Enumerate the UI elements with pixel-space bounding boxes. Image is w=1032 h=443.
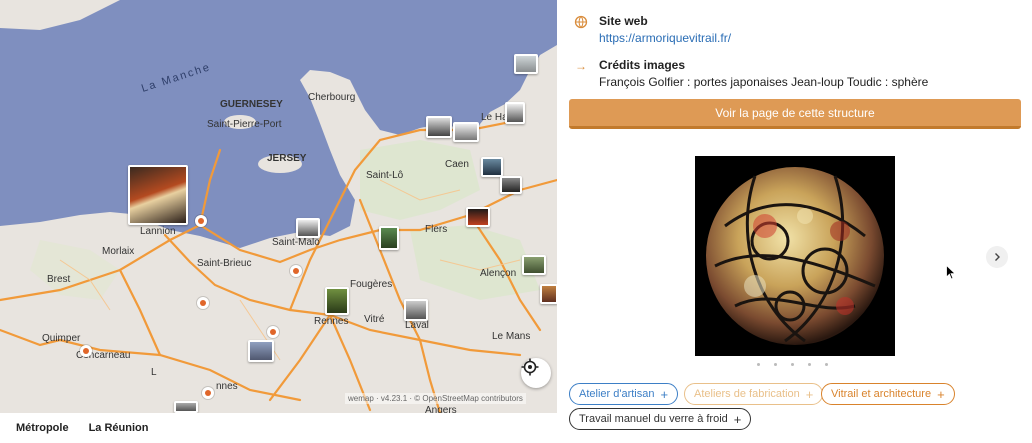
plus-icon: + bbox=[660, 386, 669, 402]
website-link[interactable]: https://armoriquevitrail.fr/ bbox=[599, 31, 731, 45]
map-label-saint-pierre-port: Saint-Pierre-Port bbox=[207, 119, 282, 130]
map-image-marker[interactable] bbox=[466, 207, 490, 227]
map-region-tabs: Métropole La Réunion bbox=[0, 413, 557, 443]
map-image-marker[interactable] bbox=[426, 116, 452, 138]
map-label-saint-lo: Saint-Lô bbox=[366, 170, 404, 181]
map-label-flers: Flers bbox=[425, 224, 448, 235]
gallery-dot[interactable] bbox=[808, 363, 811, 366]
tag-travail-verre-froid[interactable]: Travail manuel du verre à froid + bbox=[569, 408, 752, 430]
structure-detail-panel: Site web https://armoriquevitrail.fr/ → … bbox=[557, 0, 1032, 443]
map-image-marker[interactable] bbox=[453, 122, 479, 142]
app-root: La Manche GUERNESEY Saint-Pierre-Port JE… bbox=[0, 0, 1032, 443]
map-label-le-mans: Le Mans bbox=[492, 331, 531, 342]
website-row: Site web https://armoriquevitrail.fr/ bbox=[574, 14, 731, 45]
gallery-next-button[interactable] bbox=[986, 246, 1008, 268]
map-image-marker[interactable] bbox=[248, 340, 274, 362]
arrow-right-icon: → bbox=[575, 59, 587, 73]
map-image-marker[interactable] bbox=[379, 226, 399, 250]
map-image-marker[interactable] bbox=[325, 287, 349, 315]
map-image-marker[interactable] bbox=[505, 102, 525, 124]
map-image-marker[interactable] bbox=[296, 218, 320, 238]
map-pin-marker[interactable] bbox=[195, 215, 207, 227]
tag-vitrail-architecture[interactable]: Vitrail et architecture + bbox=[821, 383, 955, 405]
map-label-lannion: Lannion bbox=[140, 226, 176, 237]
tab-la-reunion[interactable]: La Réunion bbox=[89, 422, 149, 434]
map-attribution[interactable]: wemap · v4.23.1 · © OpenStreetMap contri… bbox=[345, 393, 526, 404]
map-label-saint-brieuc: Saint-Brieuc bbox=[197, 258, 252, 269]
map-pin-marker[interactable] bbox=[290, 265, 302, 277]
tag-ateliers-fabrication[interactable]: Ateliers de fabrication + bbox=[684, 383, 824, 405]
map-pin-marker[interactable] bbox=[80, 345, 92, 357]
tag-label: Ateliers de fabrication bbox=[694, 388, 800, 400]
tag-label: Travail manuel du verre à froid bbox=[579, 413, 728, 425]
map-image-marker[interactable] bbox=[540, 284, 557, 304]
credits-row: → Crédits images François Golfier : port… bbox=[574, 58, 928, 89]
map-image-marker[interactable] bbox=[481, 157, 503, 177]
map-view[interactable]: La Manche GUERNESEY Saint-Pierre-Port JE… bbox=[0, 0, 557, 413]
map-pin-marker[interactable] bbox=[202, 387, 214, 399]
gallery-dot[interactable] bbox=[791, 363, 794, 366]
plus-icon: + bbox=[805, 386, 814, 402]
map-image-marker-selected[interactable] bbox=[128, 165, 188, 225]
tag-label: Atelier d'artisan bbox=[579, 388, 655, 400]
gallery-dot[interactable] bbox=[825, 363, 828, 366]
map-label-laval: Laval bbox=[405, 320, 429, 331]
gallery-dot[interactable] bbox=[774, 363, 777, 366]
chevron-right-icon bbox=[995, 253, 1000, 261]
map-label-jersey: JERSEY bbox=[267, 153, 307, 164]
credits-text: François Golfier : portes japonaises Jea… bbox=[599, 75, 929, 89]
map-label-alencon: Alençon bbox=[480, 268, 517, 279]
map-label-le-havre: Le Ha bbox=[481, 112, 508, 123]
map-image-marker[interactable] bbox=[174, 401, 198, 413]
plus-icon: + bbox=[937, 386, 945, 402]
view-structure-page-button[interactable]: Voir la page de cette structure bbox=[569, 99, 1021, 129]
map-label-vannes: nnes bbox=[216, 381, 238, 392]
map-label-vitre: Vitré bbox=[364, 314, 385, 325]
tag-label: Vitrail et architecture bbox=[831, 388, 932, 400]
map-label-cherbourg: Cherbourg bbox=[308, 92, 356, 103]
map-label-rennes: Rennes bbox=[314, 316, 349, 327]
stained-glass-sphere-image bbox=[695, 156, 895, 356]
plus-icon: + bbox=[733, 411, 742, 427]
credits-title: Crédits images bbox=[599, 58, 686, 72]
gallery-pagination-dots bbox=[757, 363, 828, 366]
map-label-lorient: L bbox=[151, 367, 157, 378]
map-label-brest: Brest bbox=[47, 274, 71, 285]
mouse-cursor-icon bbox=[946, 265, 956, 280]
map-image-marker[interactable] bbox=[514, 54, 538, 74]
gallery-image[interactable] bbox=[695, 156, 895, 356]
map-image-marker[interactable] bbox=[404, 299, 428, 321]
map-label-caen: Caen bbox=[445, 159, 469, 170]
map-image-marker[interactable] bbox=[522, 255, 546, 275]
tab-metropole[interactable]: Métropole bbox=[16, 422, 69, 434]
website-title: Site web bbox=[599, 14, 648, 28]
tag-atelier-artisan[interactable]: Atelier d'artisan + bbox=[569, 383, 679, 405]
map-label-saint-malo: Saint-Malo bbox=[272, 237, 320, 248]
map-pin-marker[interactable] bbox=[197, 297, 209, 309]
map-label-morlaix: Morlaix bbox=[102, 246, 135, 257]
map-label-guernesey: GUERNESEY bbox=[220, 99, 283, 110]
map-label-fougeres: Fougères bbox=[350, 279, 393, 290]
map-pin-marker[interactable] bbox=[267, 326, 279, 338]
locate-me-button[interactable] bbox=[521, 358, 551, 388]
crosshair-icon bbox=[521, 358, 539, 376]
globe-icon bbox=[574, 15, 588, 29]
map-image-marker[interactable] bbox=[500, 176, 522, 194]
map-label-angers: Angers bbox=[425, 405, 457, 413]
map-label-quimper: Quimper bbox=[42, 333, 81, 344]
gallery-dot[interactable] bbox=[757, 363, 760, 366]
